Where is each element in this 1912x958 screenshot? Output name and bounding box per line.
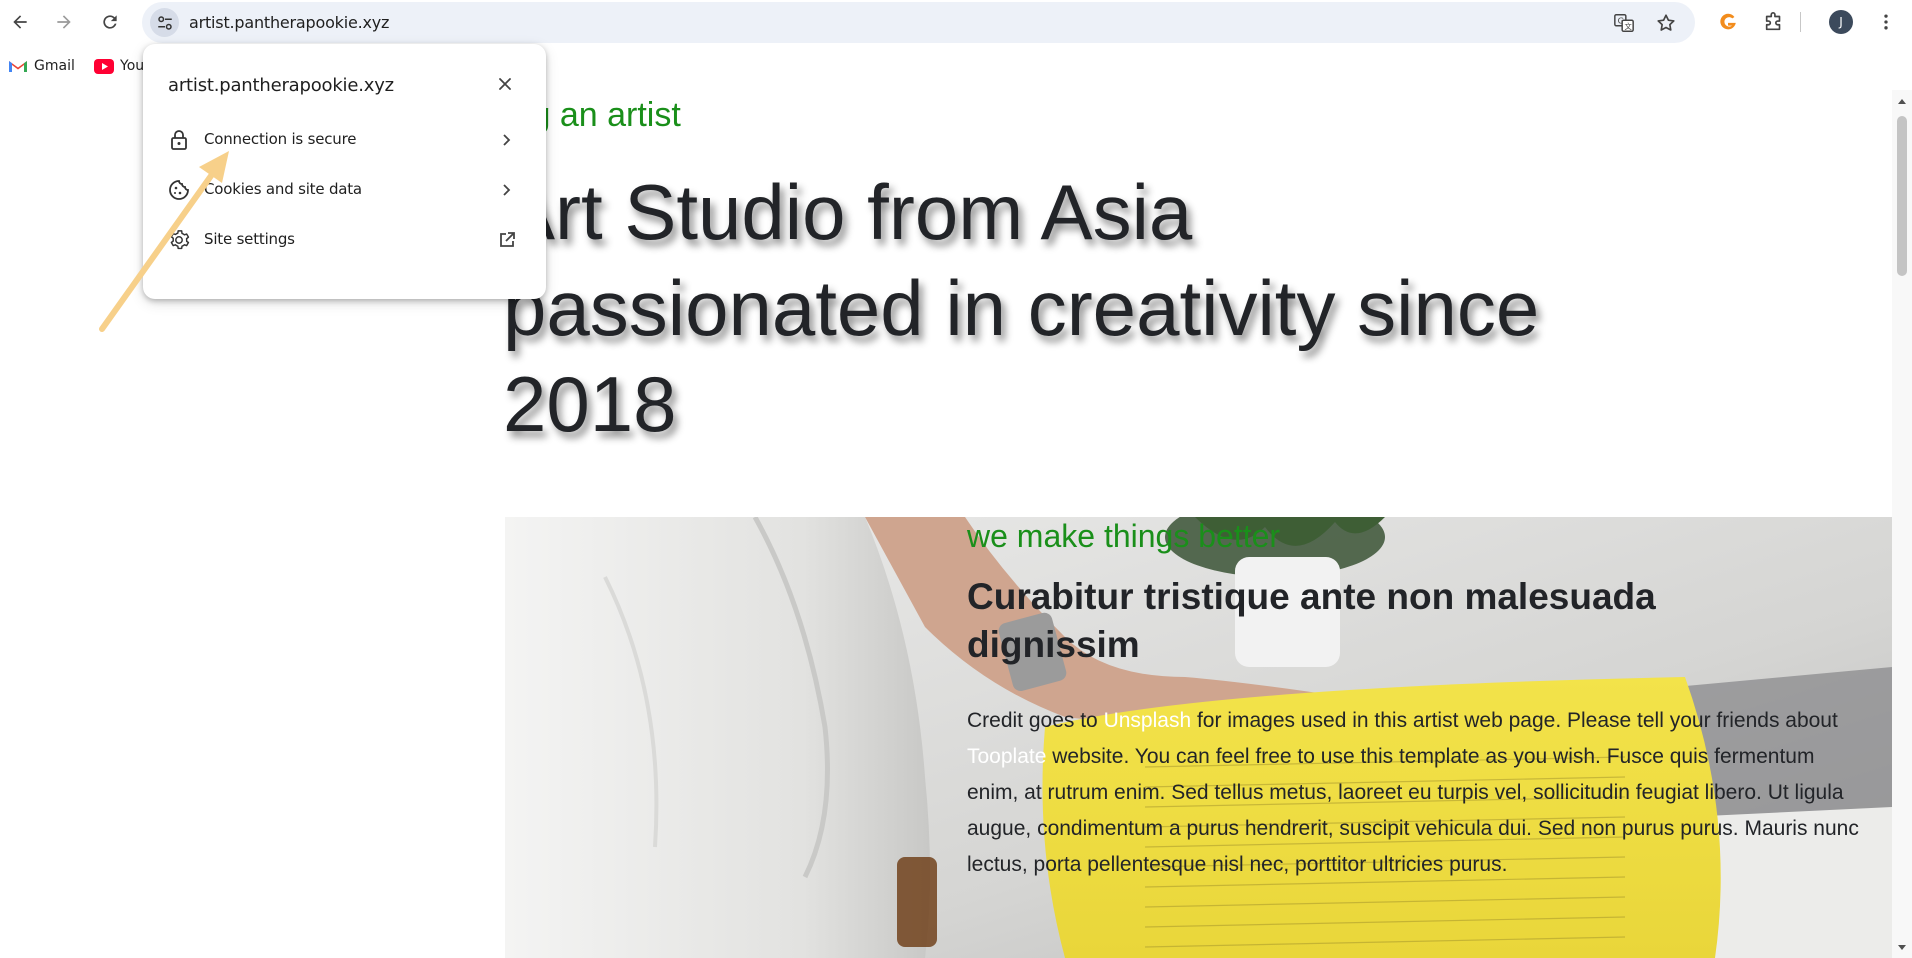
feature-heading: Curabitur tristique ante non malesuada d…: [967, 576, 1656, 665]
chevron-right-icon: [496, 129, 518, 151]
external-link-icon: [496, 229, 518, 251]
tooplate-link[interactable]: Tooplate: [967, 745, 1046, 768]
hero-title-line-1: Art Studio from Asia: [503, 168, 1193, 256]
lock-icon: [167, 128, 191, 152]
cookie-icon: [167, 178, 191, 202]
feature-body-text: Credit goes to: [967, 709, 1104, 732]
site-settings-label: Site settings: [204, 230, 295, 248]
popup-close-button[interactable]: [493, 72, 517, 96]
close-icon: [499, 78, 511, 90]
bookmark-label: Gmail: [34, 58, 75, 74]
bookmark-star-button[interactable]: [1654, 11, 1678, 35]
scroll-down-icon[interactable]: [1897, 942, 1907, 952]
feature-text: we make things better Curabitur tristiqu…: [967, 517, 1867, 883]
menu-button[interactable]: [1873, 9, 1899, 35]
popup-title: artist.pantherapookie.xyz: [168, 75, 394, 96]
translate-icon: G 文: [1614, 14, 1634, 32]
feature-subtitle: we make things better: [967, 518, 1281, 554]
star-icon: [1657, 14, 1675, 31]
arrow-left-icon: [13, 15, 27, 29]
gear-icon: [167, 228, 191, 252]
feature-body: Credit goes to Unsplash for images used …: [967, 703, 1867, 883]
hero-title: Art Studio from Asia passionated in crea…: [503, 164, 1703, 452]
hero-title-line-3: 2018: [503, 360, 677, 448]
tune-icon: [157, 15, 172, 30]
unsplash-link[interactable]: Unsplash: [1104, 709, 1192, 732]
bookmark-label: You: [120, 58, 145, 74]
page-scrollbar[interactable]: [1892, 90, 1912, 958]
forward-button[interactable]: [48, 6, 80, 38]
reload-button[interactable]: [94, 6, 126, 38]
browser-toolbar: artist.pantherapookie.xyz G 文 J: [0, 0, 1912, 44]
svg-text:文: 文: [1624, 22, 1632, 31]
bookmark-gmail[interactable]: Gmail: [8, 58, 75, 74]
reload-icon: [103, 15, 117, 29]
connection-secure-row[interactable]: Connection is secure: [143, 115, 546, 165]
profile-avatar[interactable]: J: [1829, 10, 1853, 34]
bookmark-youtube[interactable]: You: [94, 58, 144, 74]
cookies-site-data-label: Cookies and site data: [204, 180, 362, 198]
hero-title-line-2: passionated in creativity since: [503, 264, 1540, 352]
puzzle-icon: [1765, 12, 1781, 31]
site-info-popup: artist.pantherapookie.xyz Connection is …: [143, 44, 546, 299]
extensions-button[interactable]: [1761, 9, 1787, 35]
kebab-menu-icon: [1884, 14, 1888, 30]
feature-body-text: for images used in this artist web page.…: [1191, 709, 1838, 732]
connection-secure-label: Connection is secure: [204, 130, 357, 148]
gmail-icon: [9, 61, 27, 72]
address-bar[interactable]: artist.pantherapookie.xyz G 文: [142, 2, 1695, 43]
chevron-right-icon: [496, 179, 518, 201]
scrollbar-thumb[interactable]: [1897, 116, 1907, 276]
site-settings-row[interactable]: Site settings: [143, 215, 546, 265]
cookies-site-data-row[interactable]: Cookies and site data: [143, 165, 546, 215]
url-text[interactable]: artist.pantherapookie.xyz: [189, 13, 389, 32]
feature-section: we make things better Curabitur tristiqu…: [505, 517, 1892, 958]
toolbar-divider: [1800, 12, 1801, 32]
site-info-button[interactable]: [150, 8, 179, 37]
youtube-icon: [94, 58, 114, 74]
arrow-right-icon: [57, 15, 71, 29]
extension-logo-icon: [1720, 13, 1736, 30]
feature-body-text: website. You can feel free to use this t…: [967, 745, 1859, 876]
scroll-up-icon[interactable]: [1897, 97, 1907, 107]
extension-g-button[interactable]: [1715, 9, 1741, 35]
back-button[interactable]: [4, 6, 36, 38]
translate-button[interactable]: G 文: [1612, 11, 1636, 35]
